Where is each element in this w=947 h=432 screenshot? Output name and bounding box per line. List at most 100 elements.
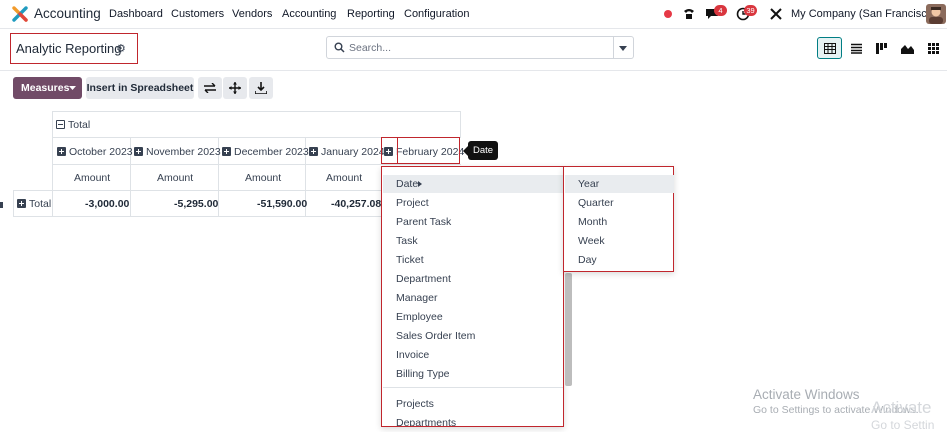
groupby-item-sales-order-item[interactable]: Sales Order Item [396, 330, 475, 342]
groupby-item-parent-task[interactable]: Parent Task [396, 216, 451, 228]
caret-down-icon [69, 86, 76, 90]
groupby-item-date[interactable]: Date [396, 178, 418, 190]
groupby-item-billing-type[interactable]: Billing Type [396, 368, 450, 380]
pivot-header-total-label: Total [68, 119, 91, 131]
download-icon [255, 82, 267, 94]
groupby-item-projects[interactable]: Projects [396, 398, 434, 410]
groupby-item-project[interactable]: Project [396, 197, 429, 209]
arrows-expand-icon [229, 82, 241, 94]
measures-button[interactable]: Measures [13, 77, 82, 99]
date-interval-submenu: Year Quarter Month Week Day [563, 166, 674, 272]
pivot-cell-value[interactable]: -5,295.00 [174, 198, 218, 210]
pivot-border [52, 111, 461, 112]
pivot-cell-value[interactable]: -40,257.08 [331, 198, 381, 210]
control-panel-divider [0, 70, 947, 71]
pivot-col-header[interactable]: November 2023 [134, 146, 221, 158]
expand-all-button[interactable] [223, 77, 247, 99]
pivot-border [13, 190, 14, 216]
pivot-col-label: December 2023 [234, 146, 309, 158]
grid-view-button[interactable] [920, 37, 945, 59]
measures-label: Measures [21, 82, 70, 94]
gear-icon[interactable]: ⚙ [116, 42, 126, 55]
page-title: Analytic Reporting [16, 41, 122, 56]
pivot-cell-value[interactable]: -3,000.00 [85, 198, 129, 210]
pivot-measure-header[interactable]: Amount [245, 172, 281, 184]
insert-in-spreadsheet-button[interactable]: Insert in Spreadsheet [86, 77, 194, 99]
record-indicator-icon[interactable] [664, 10, 672, 18]
dropdown-divider [383, 387, 563, 388]
pivot-col-label: November 2023 [146, 146, 221, 158]
grid-view-icon [928, 43, 939, 54]
groupby-item-manager[interactable]: Manager [396, 292, 437, 304]
pivot-header-total[interactable]: Total [56, 119, 90, 131]
collapse-icon [56, 120, 65, 129]
pivot-border [52, 164, 461, 165]
date-interval-quarter[interactable]: Quarter [578, 197, 614, 209]
date-interval-year[interactable]: Year [578, 178, 599, 190]
date-interval-week[interactable]: Week [578, 235, 605, 247]
graph-view-button[interactable] [894, 37, 919, 59]
kanban-view-button[interactable] [868, 37, 893, 59]
groupby-dropdown: Date Project Parent Task Task Ticket Dep… [381, 166, 564, 427]
list-view-button[interactable] [843, 37, 868, 59]
search-icon [334, 42, 345, 53]
expand-icon [134, 147, 143, 156]
user-avatar[interactable] [926, 4, 946, 24]
search-options-toggle[interactable] [613, 36, 634, 59]
kanban-view-icon [876, 43, 887, 54]
list-view-icon [851, 43, 862, 54]
groupby-item-employee[interactable]: Employee [396, 311, 443, 323]
groupby-item-task[interactable]: Task [396, 235, 418, 247]
phone-icon[interactable] [682, 7, 696, 21]
date-interval-month[interactable]: Month [578, 216, 607, 228]
pivot-border [52, 111, 53, 216]
activities-badge: 39 [744, 5, 757, 16]
company-switcher[interactable]: My Company (San Francisco) [791, 8, 937, 20]
caret-right-icon [418, 181, 422, 187]
menu-reporting[interactable]: Reporting [347, 8, 395, 20]
activate-windows-ghost-title: Activate [871, 398, 932, 417]
menu-accounting[interactable]: Accounting [282, 8, 336, 20]
activate-windows-title: Activate Windows [753, 387, 860, 402]
download-button[interactable] [249, 77, 273, 99]
exchange-icon [204, 83, 216, 93]
pivot-measure-header[interactable]: Amount [74, 172, 110, 184]
menu-configuration[interactable]: Configuration [404, 8, 469, 20]
pivot-col-header[interactable]: December 2023 [222, 146, 309, 158]
date-interval-day[interactable]: Day [578, 254, 597, 266]
groupby-item-departments[interactable]: Departments [396, 417, 456, 426]
highlight-box [381, 137, 398, 164]
pivot-view-icon [824, 43, 836, 54]
groupby-item-invoice[interactable]: Invoice [396, 349, 429, 361]
pivot-col-header[interactable]: January 2024 [309, 146, 385, 158]
pivot-border [460, 111, 461, 137]
menu-dashboard[interactable]: Dashboard [109, 8, 163, 20]
menu-vendors[interactable]: Vendors [232, 8, 272, 20]
dropdown-scrollbar[interactable] [565, 273, 572, 386]
groupby-item-department[interactable]: Department [396, 273, 451, 285]
area-chart-icon [901, 45, 914, 54]
expand-icon [222, 147, 231, 156]
flip-axis-button[interactable] [198, 77, 222, 99]
app-name[interactable]: Accounting [34, 6, 101, 21]
pivot-border [13, 216, 381, 217]
pivot-cell-value[interactable]: -51,590.00 [257, 198, 307, 210]
expand-icon [309, 147, 318, 156]
pivot-col-label: January 2024 [321, 146, 385, 158]
debug-tools-icon[interactable] [770, 8, 782, 20]
pivot-col-header[interactable]: October 2023 [57, 146, 133, 158]
expand-icon [57, 147, 66, 156]
pivot-row-header-total[interactable]: Total [17, 198, 51, 210]
accounting-app-icon[interactable] [12, 6, 28, 22]
pivot-measure-header[interactable]: Amount [157, 172, 193, 184]
top-navbar: Accounting Dashboard Customers Vendors A… [0, 0, 947, 29]
messages-badge: 4 [714, 5, 727, 16]
expand-icon [17, 199, 26, 208]
search-placeholder: Search... [349, 42, 392, 54]
groupby-item-ticket[interactable]: Ticket [396, 254, 424, 266]
pivot-col-label: October 2023 [69, 146, 133, 158]
pivot-measure-header[interactable]: Amount [326, 172, 362, 184]
pivot-view-button[interactable] [817, 37, 842, 59]
pivot-border [13, 190, 381, 191]
menu-customers[interactable]: Customers [171, 8, 224, 20]
